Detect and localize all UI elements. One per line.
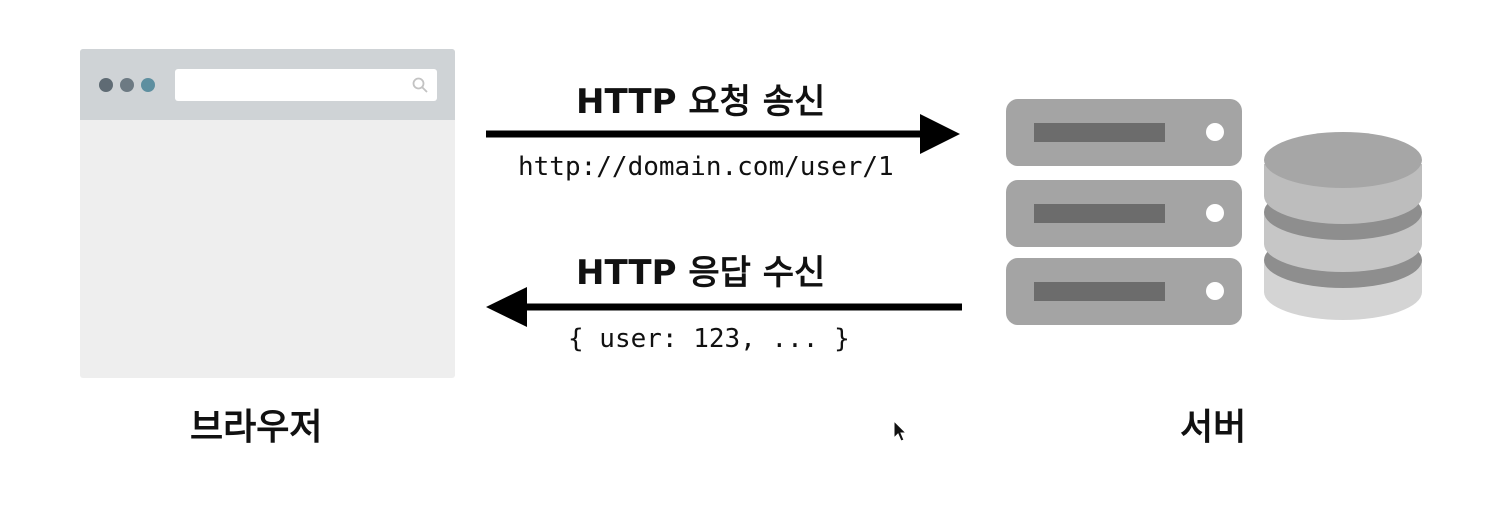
server-slot — [1034, 204, 1165, 223]
server-label: 서버 — [1180, 407, 1247, 448]
mouse-cursor-icon — [893, 420, 908, 442]
request-title: HTTP 요청 송신 — [576, 82, 826, 122]
response-body: { user: 123, ... } — [568, 324, 850, 354]
server-slot — [1034, 123, 1165, 142]
server-slot — [1034, 282, 1165, 301]
server-unit — [1006, 180, 1242, 247]
server-led — [1206, 204, 1224, 222]
request-url: http://domain.com/user/1 — [518, 152, 894, 182]
response-title: HTTP 응답 수신 — [576, 253, 826, 293]
server-unit — [1006, 99, 1242, 166]
server-led — [1206, 282, 1224, 300]
server-unit — [1006, 258, 1242, 325]
server-led — [1206, 123, 1224, 141]
database-icon — [1264, 132, 1422, 320]
